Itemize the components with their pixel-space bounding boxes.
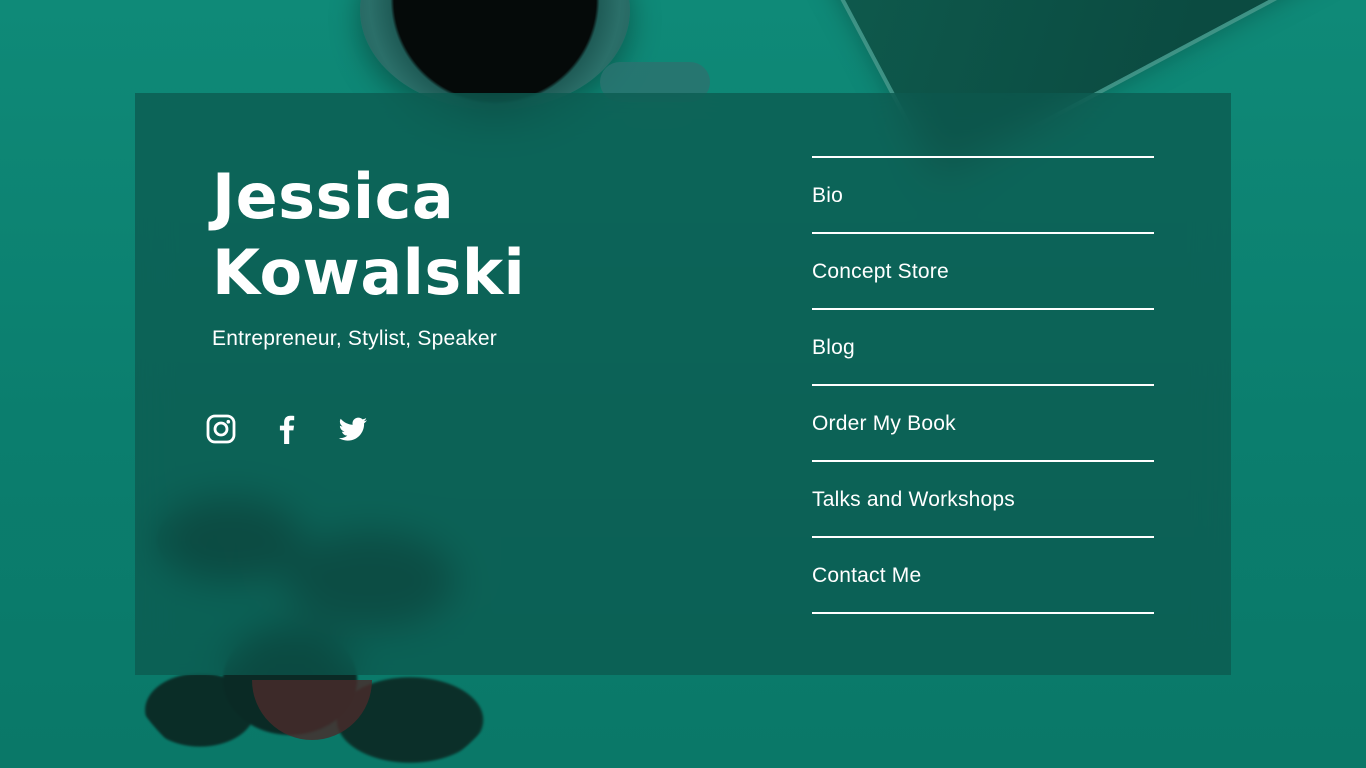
facebook-icon [279, 415, 295, 444]
nav-link-contact-me[interactable]: Contact Me [812, 562, 1154, 588]
page-title: Jessica Kowalski [212, 159, 652, 311]
nav-item-contact-me: Contact Me [812, 538, 1154, 614]
frosted-card: Jessica Kowalski Entrepreneur, Stylist, … [135, 93, 1231, 675]
main-nav: Bio Concept Store Blog Order My Book Tal… [812, 156, 1154, 614]
nav-link-concept-store[interactable]: Concept Store [812, 258, 1154, 284]
nav-item-blog: Blog [812, 310, 1154, 386]
nav-item-order-my-book: Order My Book [812, 386, 1154, 462]
nav-item-talks-and-workshops: Talks and Workshops [812, 462, 1154, 538]
nav-item-concept-store: Concept Store [812, 234, 1154, 310]
nav-link-talks-and-workshops[interactable]: Talks and Workshops [812, 486, 1154, 512]
nav-item-bio: Bio [812, 158, 1154, 234]
social-links [205, 413, 369, 445]
twitter-icon [338, 417, 367, 441]
first-name: Jessica [212, 160, 455, 233]
nav-link-bio[interactable]: Bio [812, 182, 1154, 208]
last-name: Kowalski [212, 236, 526, 309]
nav-link-order-my-book[interactable]: Order My Book [812, 410, 1154, 436]
tagline: Entrepreneur, Stylist, Speaker [212, 327, 497, 350]
instagram-icon [206, 414, 236, 444]
twitter-link[interactable] [337, 413, 369, 445]
nav-link-blog[interactable]: Blog [812, 334, 1154, 360]
facebook-link[interactable] [271, 413, 303, 445]
instagram-link[interactable] [205, 413, 237, 445]
